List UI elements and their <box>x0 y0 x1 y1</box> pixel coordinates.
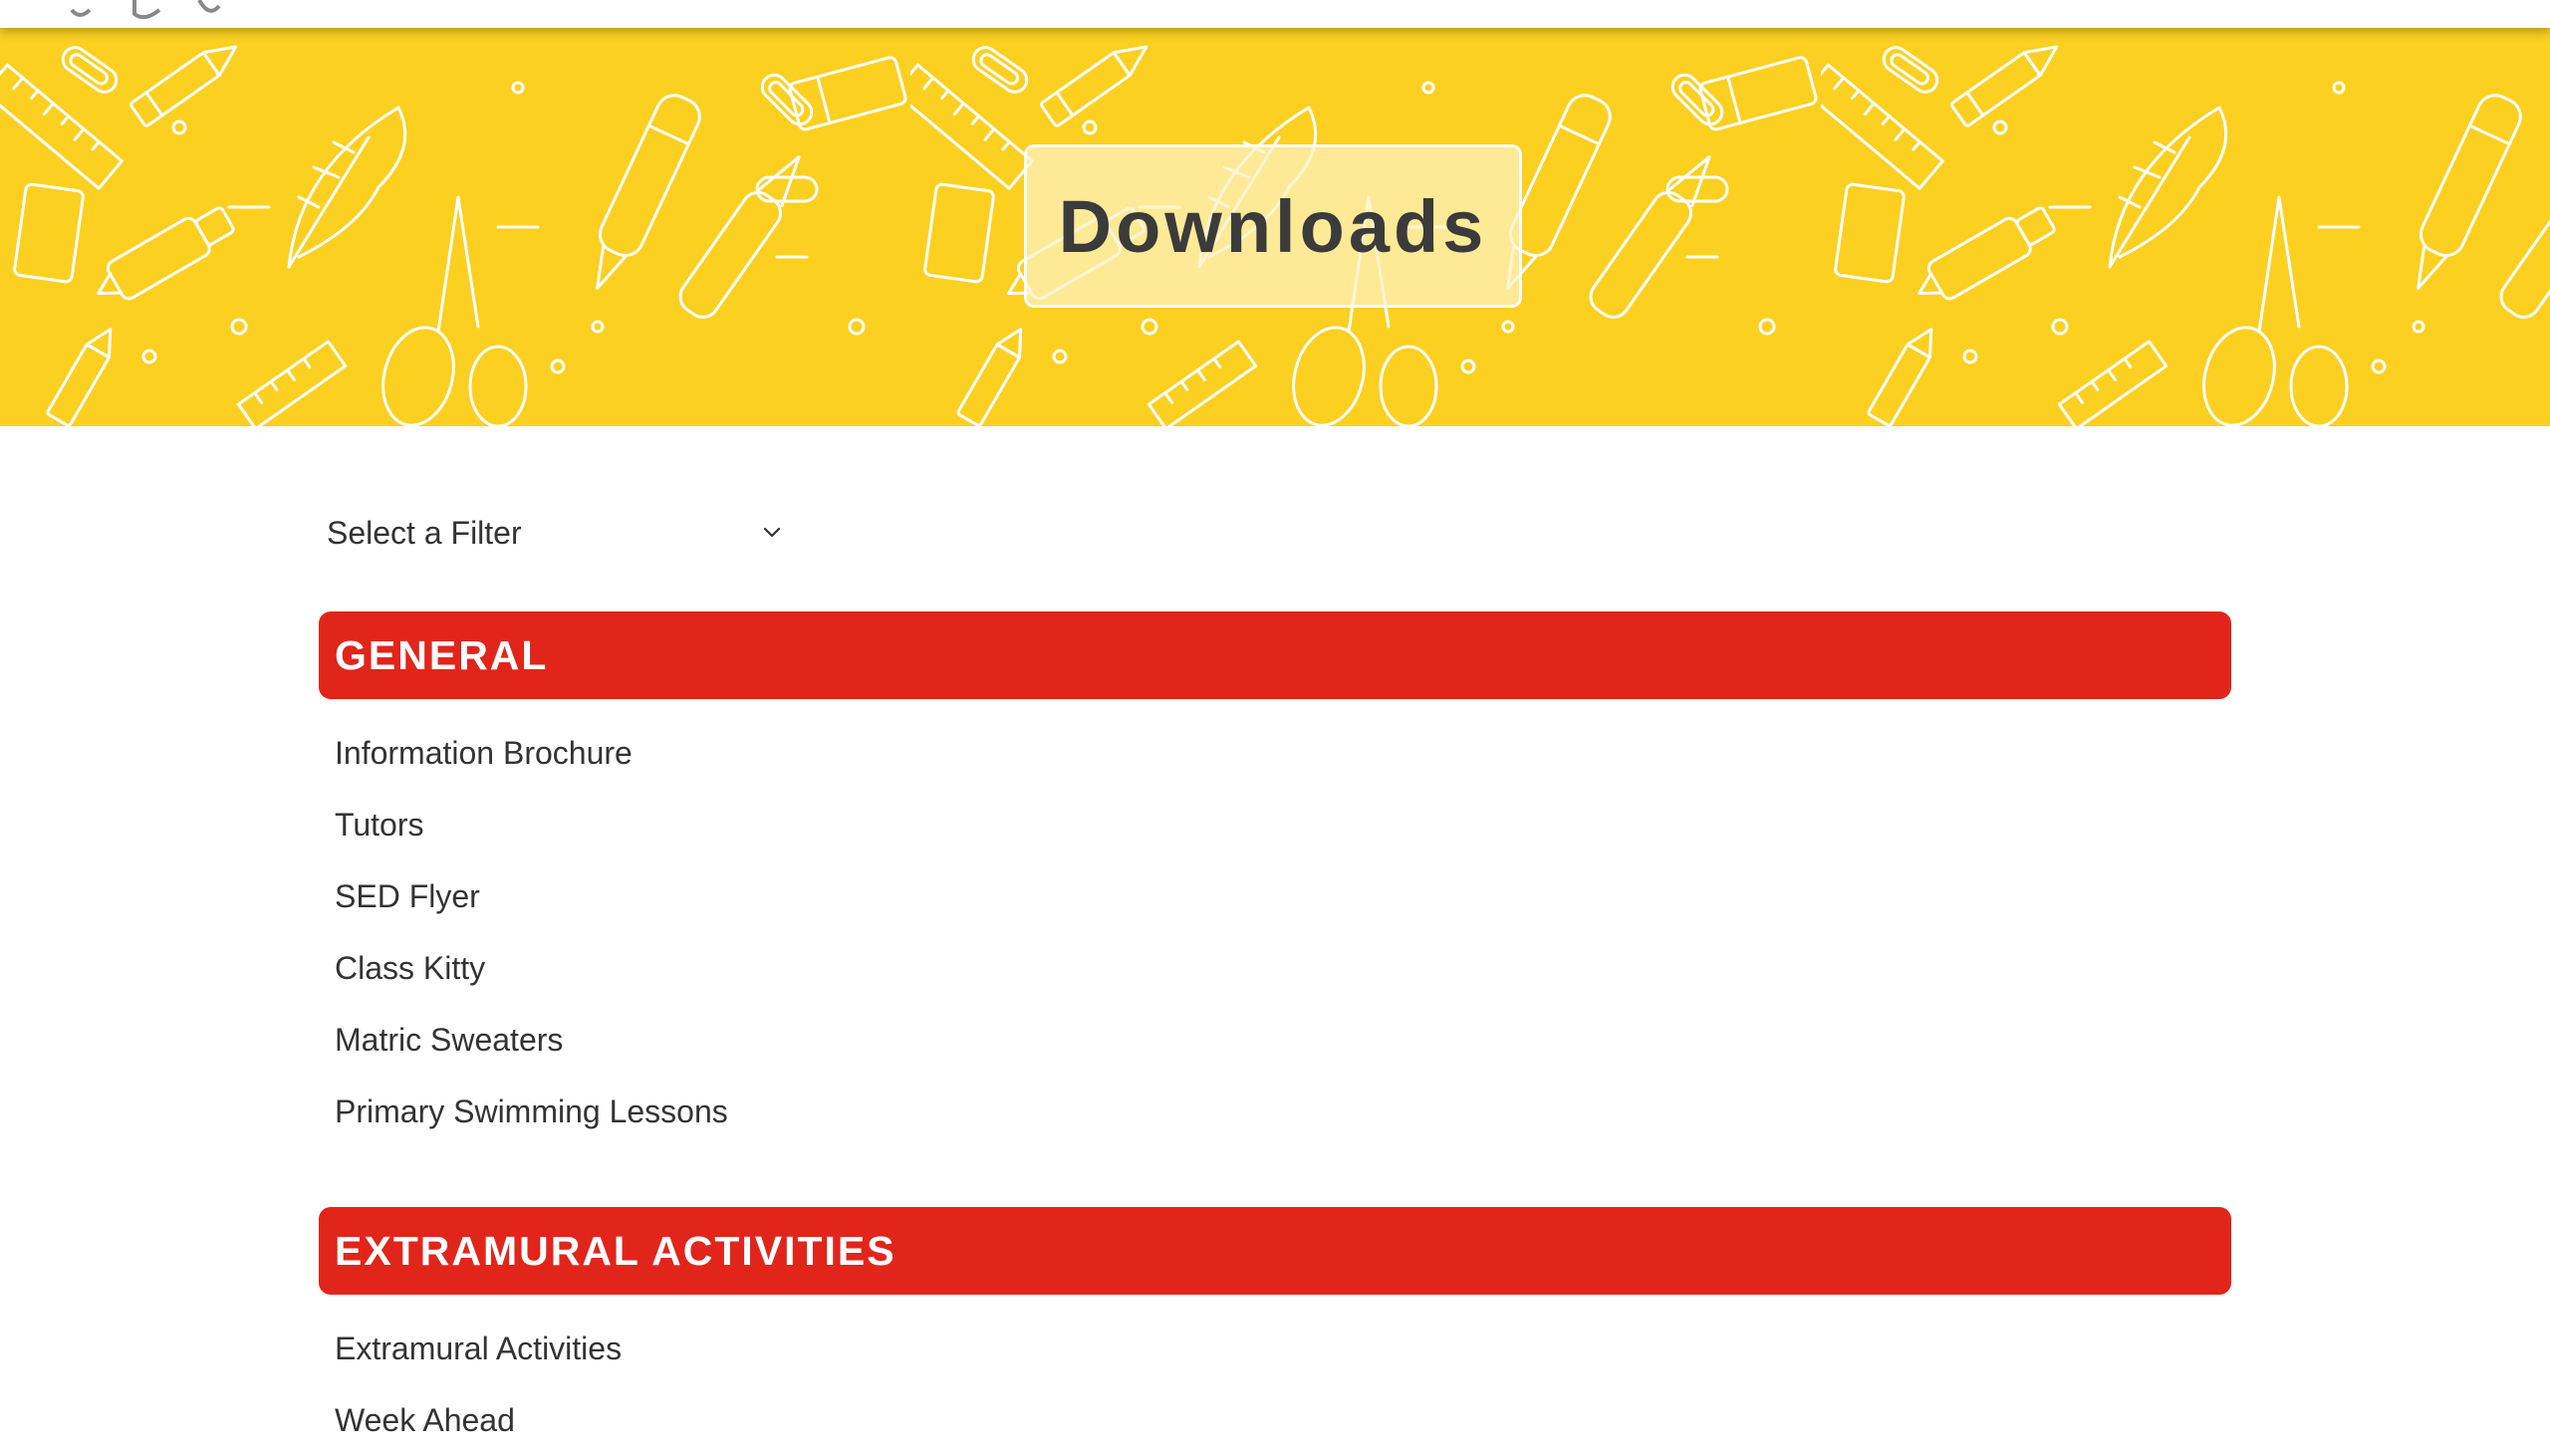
download-link-primary-swimming-lessons[interactable]: Primary Swimming Lessons <box>335 1093 728 1130</box>
list-item: Information Brochure <box>335 717 2231 789</box>
download-list-extramural-activities: Extramural Activities Week Ahead <box>319 1295 2231 1456</box>
downloads-content: Select a Filter GENERAL Information Broc… <box>319 498 2231 1456</box>
list-item: SED Flyer <box>335 860 2231 932</box>
download-link-information-brochure[interactable]: Information Brochure <box>335 735 633 772</box>
section-title: EXTRAMURAL ACTIVITIES <box>335 1227 896 1274</box>
top-navigation-bar <box>0 0 2550 28</box>
filter-dropdown-label: Select a Filter <box>327 514 522 551</box>
page-title-box: Downloads <box>1024 144 1522 308</box>
page-title: Downloads <box>1058 184 1488 268</box>
section-header-extramural-activities: EXTRAMURAL ACTIVITIES <box>319 1207 2231 1295</box>
download-link-class-kitty[interactable]: Class Kitty <box>335 950 485 987</box>
download-link-matric-sweaters[interactable]: Matric Sweaters <box>335 1022 563 1059</box>
download-link-extramural-activities[interactable]: Extramural Activities <box>335 1331 622 1367</box>
list-item: Tutors <box>335 789 2231 860</box>
list-item: Primary Swimming Lessons <box>335 1076 2231 1147</box>
download-link-tutors[interactable]: Tutors <box>335 807 424 844</box>
section-header-general: GENERAL <box>319 611 2231 699</box>
list-item: Matric Sweaters <box>335 1004 2231 1076</box>
site-logo[interactable] <box>60 0 259 20</box>
filter-dropdown[interactable]: Select a Filter <box>319 498 797 568</box>
section-title: GENERAL <box>335 631 549 678</box>
download-link-week-ahead[interactable]: Week Ahead <box>335 1402 515 1439</box>
list-item: Extramural Activities <box>335 1313 2231 1384</box>
list-item: Week Ahead <box>335 1384 2231 1456</box>
hero-banner: Downloads <box>0 28 2550 426</box>
download-list-general: Information Brochure Tutors SED Flyer Cl… <box>319 699 2231 1147</box>
list-item: Class Kitty <box>335 932 2231 1004</box>
chevron-down-icon <box>763 527 781 538</box>
download-link-sed-flyer[interactable]: SED Flyer <box>335 878 480 915</box>
